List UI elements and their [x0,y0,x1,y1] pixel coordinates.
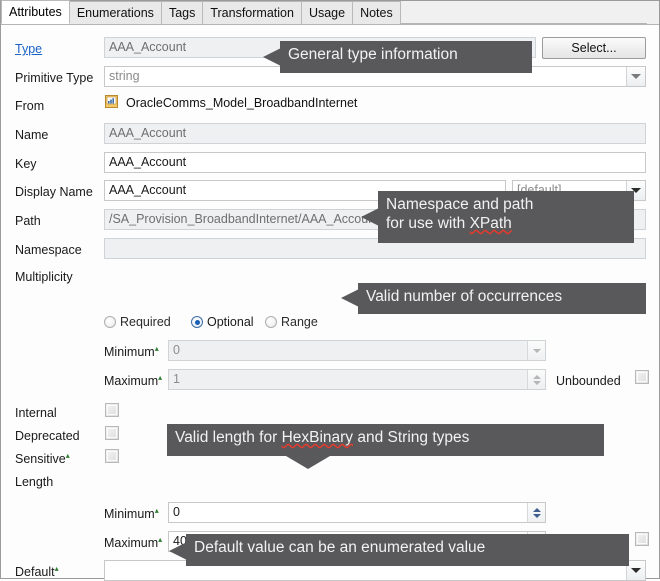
multiplicity-minimum-label-text: Minimum [104,345,155,359]
callout-tail-default-value [169,542,187,560]
display-name-label: Display Name [15,185,93,199]
length-unbounded-checkbox[interactable] [635,532,649,546]
tab-strip-filler [400,0,659,24]
callout-namespace-path-line2a: for use with [386,215,470,232]
from-value: OracleComms_Model_BroadbandInternet [126,96,358,110]
radio-indicator-selected [191,316,203,328]
multiplicity-unbounded-checkbox[interactable] [635,370,649,384]
callout-default-value: Default value can be an enumerated value [186,534,629,566]
name-field[interactable]: AAA_Account [104,123,646,144]
attribute-properties-window: Attributes Enumerations Tags Transformat… [0,0,660,581]
multiplicity-radio-required-label: Required [120,315,171,329]
sensitive-label-text: Sensitive [15,452,66,466]
length-minimum-value: 0 [173,505,180,519]
internal-checkbox[interactable] [105,403,119,417]
sensitive-label: Sensitive▴ [15,450,70,466]
multiplicity-minimum-spinner[interactable]: 0 [168,340,546,361]
multiplicity-minimum-label: Minimum▴ [104,343,159,359]
spinner-down-icon[interactable] [532,348,541,353]
callout-namespace-path-line1: Namespace and path [386,196,534,213]
overridable-marker-icon: ▴ [65,450,70,460]
type-label[interactable]: Type [15,42,42,56]
callout-valid-length-b: HexBinary [281,429,354,446]
spinner-down-icon[interactable] [532,513,541,518]
overridable-marker-icon: ▴ [54,563,59,573]
length-minimum-label: Minimum▴ [104,505,159,521]
tab-enumerations[interactable]: Enumerations [69,1,162,24]
name-label: Name [15,128,49,142]
key-label: Key [15,157,37,171]
tab-overflow-area [647,1,659,25]
tab-notes[interactable]: Notes [353,1,401,24]
overridable-marker-icon: ▴ [158,534,163,544]
sensitive-checkbox[interactable] [105,449,119,463]
primitive-type-dropdown-button[interactable] [626,67,645,86]
length-maximum-label: Maximum▴ [104,534,163,550]
internal-label: Internal [15,406,57,420]
key-field[interactable]: AAA_Account [104,152,646,173]
tab-transformation[interactable]: Transformation [203,1,302,24]
overridable-marker-icon: ▴ [154,505,159,515]
callout-valid-length-a: Valid length for [175,429,282,446]
multiplicity-maximum-value: 1 [173,372,180,386]
tab-usage[interactable]: Usage [301,1,354,24]
spinner-down-icon[interactable] [532,380,541,385]
namespace-label: Namespace [15,243,82,257]
radio-indicator [104,316,116,328]
callout-valid-length: Valid length for HexBinary and String ty… [167,424,604,456]
multiplicity-unbounded-label: Unbounded [556,374,621,388]
select-type-button[interactable]: Select... [542,37,646,59]
path-label: Path [15,214,41,228]
multiplicity-label: Multiplicity [15,270,73,284]
multiplicity-radio-range[interactable]: Range [265,315,318,329]
tab-strip: Attributes Enumerations Tags Transformat… [1,0,659,25]
multiplicity-minimum-value: 0 [173,343,180,357]
length-label: Length [15,475,54,489]
callout-tail-namespace-path [361,208,379,226]
multiplicity-maximum-label: Maximum▴ [104,372,163,388]
multiplicity-radio-optional-label: Optional [207,315,254,329]
callout-namespace-path: Namespace and path for use with XPath [378,191,634,243]
spinner-up-icon[interactable] [532,374,541,379]
model-document-icon [105,95,118,108]
length-minimum-spinner-buttons[interactable] [527,503,545,522]
multiplicity-maximum-spinner[interactable]: 1 [168,369,546,390]
callout-tail-valid-length [286,456,330,469]
deprecated-label: Deprecated [15,429,80,443]
callout-occurrences: Valid number of occurrences [358,283,646,314]
deprecated-checkbox[interactable] [105,426,119,440]
multiplicity-minimum-spinner-buttons[interactable] [527,341,545,360]
multiplicity-maximum-label-text: Maximum [104,374,159,388]
chevron-down-icon [631,568,641,573]
radio-indicator [265,316,277,328]
spinner-up-icon[interactable] [532,507,541,512]
default-label-text: Default [15,565,55,579]
overridable-marker-icon: ▴ [158,372,163,382]
overridable-marker-icon: ▴ [154,343,159,353]
multiplicity-maximum-spinner-buttons[interactable] [527,370,545,389]
length-minimum-label-text: Minimum [104,507,155,521]
tab-tags[interactable]: Tags [161,1,204,24]
default-label: Default▴ [15,563,59,579]
callout-valid-length-c: and String types [353,429,470,446]
callout-namespace-path-line2b: XPath [469,215,512,232]
callout-general-type: General type information [280,41,532,73]
multiplicity-radio-range-label: Range [281,315,318,329]
callout-tail-occurrences [341,289,359,307]
multiplicity-radio-optional[interactable]: Optional [191,315,254,329]
from-label: From [15,99,45,113]
chevron-down-icon [631,74,641,79]
multiplicity-radio-required[interactable]: Required [104,315,171,329]
callout-tail-general-type [263,48,281,66]
length-minimum-spinner[interactable]: 0 [168,502,546,523]
length-maximum-label-text: Maximum [104,536,159,550]
primitive-type-label: Primitive Type [15,71,94,85]
tab-attributes[interactable]: Attributes [1,0,70,24]
